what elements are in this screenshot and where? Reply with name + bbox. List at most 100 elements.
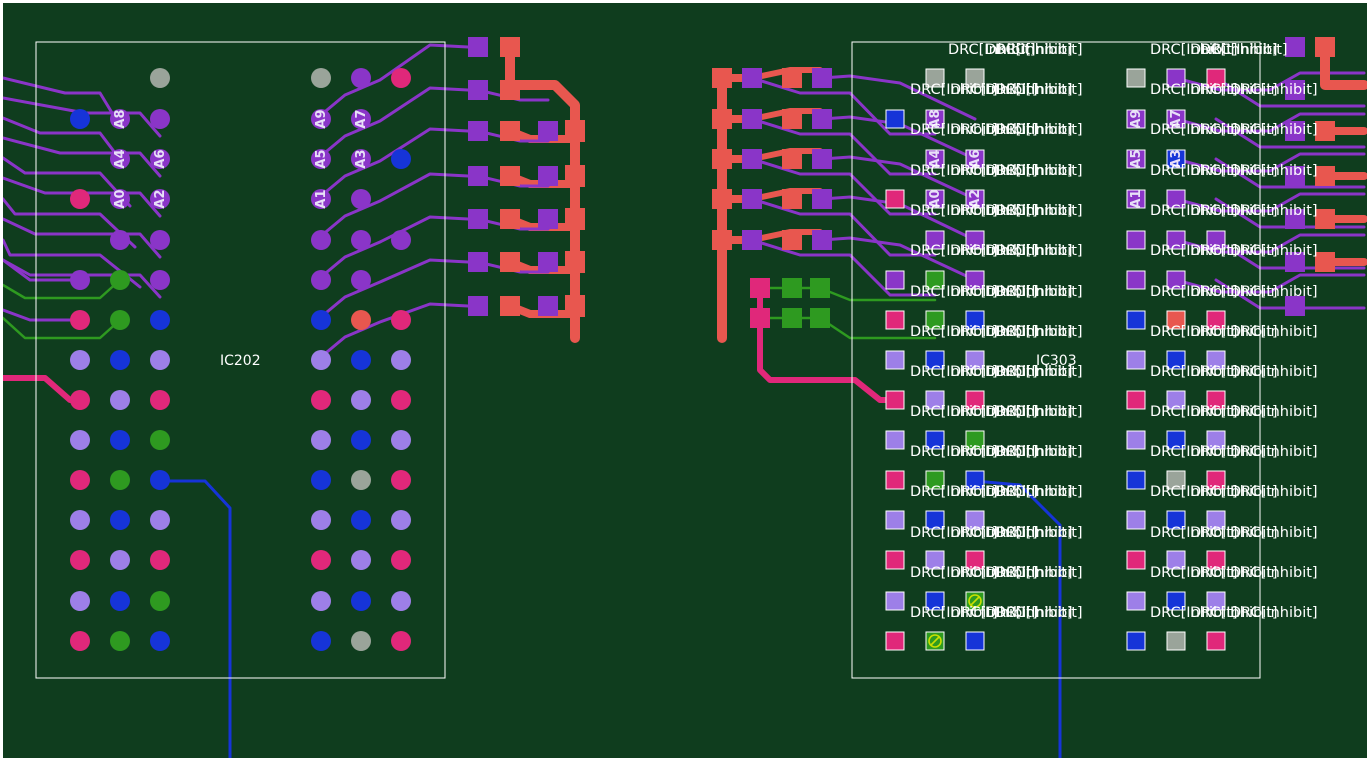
- bga-pad[interactable]: [391, 310, 411, 330]
- bga-pad[interactable]: [70, 470, 90, 490]
- smd-pad[interactable]: [500, 80, 520, 100]
- smd-pad[interactable]: [782, 189, 802, 209]
- smd-pad[interactable]: [712, 109, 732, 129]
- bga-pad[interactable]: [150, 631, 170, 651]
- smd-pad[interactable]: [565, 208, 585, 230]
- smd-pad[interactable]: [885, 270, 905, 290]
- smd-pad[interactable]: [468, 209, 488, 229]
- smd-pad[interactable]: [885, 350, 905, 370]
- bga-pad[interactable]: [311, 510, 331, 530]
- smd-pad[interactable]: [810, 278, 830, 298]
- smd-pad[interactable]: [468, 252, 488, 272]
- smd-pad[interactable]: [1126, 550, 1146, 570]
- bga-pad[interactable]: [351, 68, 371, 88]
- bga-pad[interactable]: [391, 470, 411, 490]
- smd-pad[interactable]: [885, 430, 905, 450]
- smd-pad[interactable]: [750, 308, 770, 328]
- smd-pad[interactable]: [742, 230, 762, 250]
- bga-pad[interactable]: [311, 68, 331, 88]
- smd-pad[interactable]: [500, 209, 520, 229]
- smd-pad[interactable]: [782, 278, 802, 298]
- bga-pad[interactable]: [150, 230, 170, 250]
- smd-pad[interactable]: [1315, 121, 1335, 141]
- smd-pad[interactable]: [1126, 230, 1146, 250]
- smd-pad[interactable]: [1126, 510, 1146, 530]
- smd-pad[interactable]: [742, 68, 762, 88]
- smd-pad[interactable]: [812, 230, 832, 250]
- bga-pad[interactable]: [70, 350, 90, 370]
- bga-pad[interactable]: [70, 631, 90, 651]
- bga-pad[interactable]: [150, 470, 170, 490]
- bga-pad[interactable]: [311, 390, 331, 410]
- bga-pad[interactable]: [311, 270, 331, 290]
- bga-pad[interactable]: [110, 631, 130, 651]
- bga-pad[interactable]: [311, 310, 331, 330]
- pcb-canvas[interactable]: A8 A9 A7 A4 A6 A5 A3 A0 A2 A1 A8 A6 A9 A7 A4 A5 A3 A0 A2 A1…: [3, 3, 1367, 758]
- smd-pad[interactable]: [538, 209, 558, 229]
- smd-pad[interactable]: [1315, 209, 1335, 229]
- bga-pad[interactable]: [110, 270, 130, 290]
- smd-pad[interactable]: [1126, 350, 1146, 370]
- smd-pad[interactable]: [1166, 631, 1186, 651]
- smd-pad[interactable]: [1126, 430, 1146, 450]
- pcb-board[interactable]: A8 A9 A7A4 A6 A5 A3A0 A2 A1A8A6A9 A7A4 A5 A3A0 A2 A1…: [3, 3, 1367, 758]
- bga-pad[interactable]: [110, 350, 130, 370]
- smd-pad[interactable]: [812, 68, 832, 88]
- bga-pad[interactable]: [110, 430, 130, 450]
- smd-pad[interactable]: [468, 80, 488, 100]
- bga-pad[interactable]: [351, 591, 371, 611]
- bga-pad[interactable]: [311, 430, 331, 450]
- bga-pad[interactable]: [391, 390, 411, 410]
- smd-pad[interactable]: [782, 149, 802, 169]
- smd-pad[interactable]: [565, 165, 585, 187]
- bga-pad[interactable]: [351, 270, 371, 290]
- bga-pad[interactable]: [150, 390, 170, 410]
- bga-pad[interactable]: [70, 109, 90, 129]
- bga-pad[interactable]: [110, 591, 130, 611]
- bga-pad[interactable]: [391, 591, 411, 611]
- smd-pad[interactable]: [885, 189, 905, 209]
- smd-pad[interactable]: [565, 295, 585, 317]
- bga-pad[interactable]: [150, 591, 170, 611]
- smd-pad[interactable]: [1126, 390, 1146, 410]
- bga-pad[interactable]: [70, 591, 90, 611]
- bga-pad[interactable]: [351, 310, 371, 330]
- smd-pad[interactable]: [885, 631, 905, 651]
- smd-pad[interactable]: [1126, 591, 1146, 611]
- smd-pad[interactable]: [1126, 470, 1146, 490]
- smd-pad[interactable]: [1126, 68, 1146, 88]
- smd-pad[interactable]: [468, 166, 488, 186]
- smd-pad[interactable]: [500, 121, 520, 141]
- bga-pad[interactable]: [110, 550, 130, 570]
- smd-pad[interactable]: [1126, 310, 1146, 330]
- smd-pad[interactable]: [500, 37, 520, 57]
- bga-pad[interactable]: [351, 350, 371, 370]
- smd-pad[interactable]: [538, 121, 558, 141]
- smd-pad[interactable]: [1206, 631, 1226, 651]
- bga-pad[interactable]: [110, 510, 130, 530]
- bga-pad[interactable]: [311, 350, 331, 370]
- bga-pad[interactable]: [150, 550, 170, 570]
- bga-pad[interactable]: [70, 550, 90, 570]
- bga-pad[interactable]: [391, 149, 411, 169]
- smd-pad[interactable]: [885, 109, 905, 129]
- smd-pad[interactable]: [1126, 631, 1146, 651]
- bga-pad[interactable]: [110, 310, 130, 330]
- smd-pad[interactable]: [538, 252, 558, 272]
- bga-pad[interactable]: [391, 430, 411, 450]
- bga-pad[interactable]: [70, 390, 90, 410]
- bga-pad[interactable]: [150, 310, 170, 330]
- smd-pad[interactable]: [712, 230, 732, 250]
- bga-pad[interactable]: [311, 550, 331, 570]
- bga-pad[interactable]: [351, 430, 371, 450]
- smd-pad[interactable]: [782, 308, 802, 328]
- smd-pad[interactable]: [812, 109, 832, 129]
- smd-pad[interactable]: [782, 68, 802, 88]
- bga-pad[interactable]: [311, 631, 331, 651]
- bga-pad[interactable]: [351, 390, 371, 410]
- bga-pad[interactable]: [311, 591, 331, 611]
- smd-pad[interactable]: [782, 109, 802, 129]
- bga-pad[interactable]: [70, 189, 90, 209]
- smd-pad[interactable]: [965, 631, 985, 651]
- bga-pad[interactable]: [391, 68, 411, 88]
